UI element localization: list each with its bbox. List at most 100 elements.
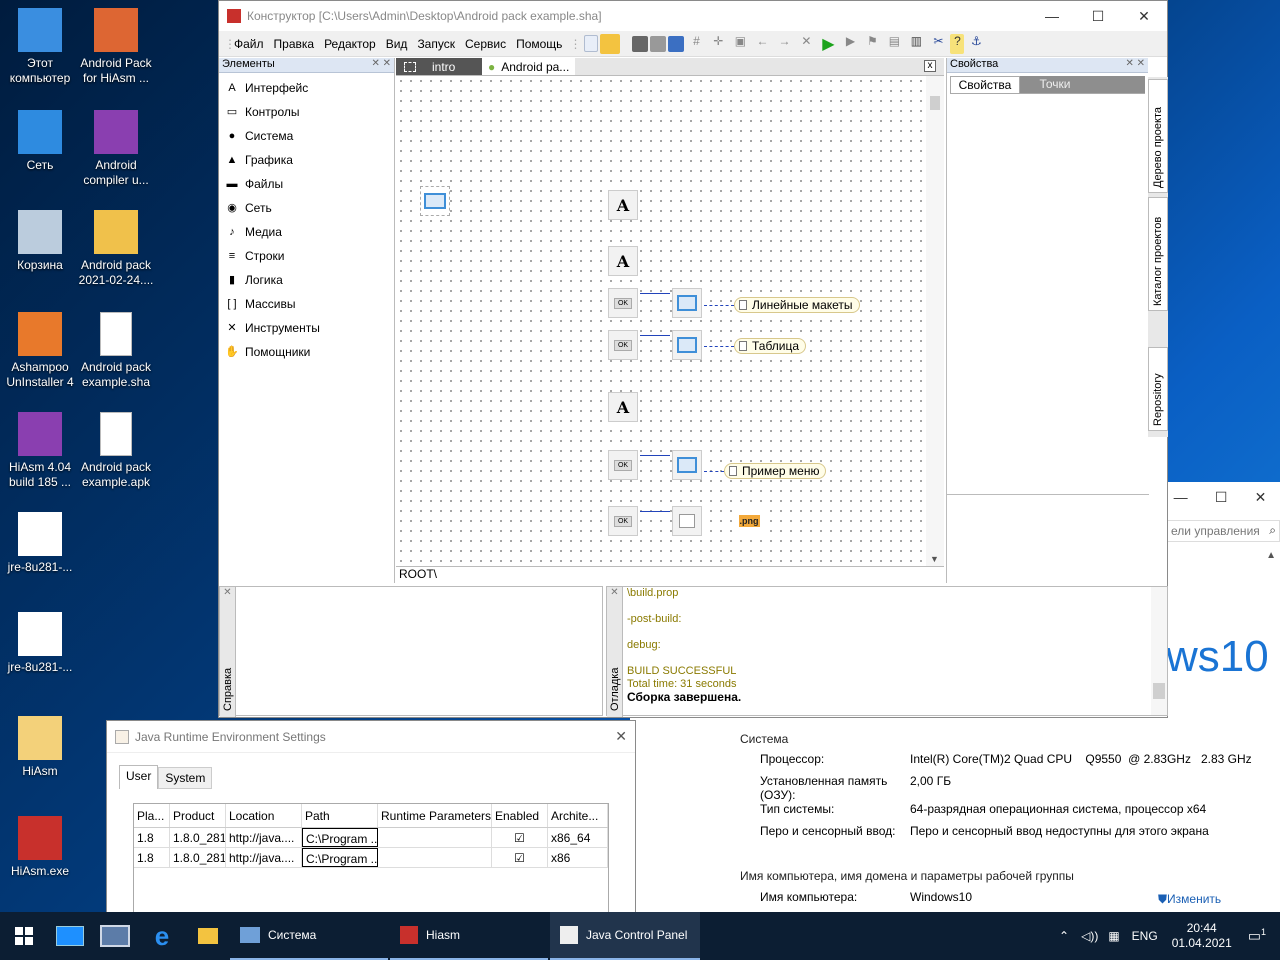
element-category[interactable]: ✕ Инструменты — [219, 316, 394, 340]
menu-item[interactable]: Помощь — [511, 37, 567, 51]
desktop-icon[interactable]: Этот компьютер — [0, 8, 80, 86]
desktop-icon[interactable]: Android compiler u... — [76, 110, 156, 188]
language-indicator[interactable]: ENG — [1132, 929, 1158, 943]
close-tab-icon[interactable]: x — [924, 60, 936, 72]
element-category[interactable]: ♪ Медиа — [219, 220, 394, 244]
desktop-icon[interactable]: Ashampoo UnInstaller 4 — [0, 312, 80, 390]
save-all-icon[interactable] — [650, 35, 667, 52]
taskbar-app-hiasm[interactable]: Hiasm — [390, 912, 548, 960]
debug-icon[interactable]: ⚑ — [862, 34, 882, 54]
window-component[interactable] — [672, 450, 702, 480]
comment-table[interactable]: Таблица — [734, 338, 807, 354]
scroll-down-icon[interactable]: ▼ — [930, 554, 939, 564]
comment-linear-layouts[interactable]: Линейные макеты — [734, 297, 860, 313]
close-icon[interactable]: ✕ — [607, 587, 622, 598]
step-icon[interactable]: ▶ — [840, 34, 860, 54]
close-icon[interactable]: ✕ — [615, 728, 627, 745]
search-icon[interactable]: ⌕ — [1269, 523, 1276, 538]
forward-icon[interactable]: → — [774, 34, 794, 54]
tools-icon[interactable]: ✂ — [928, 34, 948, 54]
desktop-icon[interactable]: jre-8u281-... — [0, 612, 80, 675]
tab-project-catalog[interactable]: Каталог проектов — [1148, 197, 1168, 311]
column-header[interactable]: Location — [226, 804, 302, 827]
column-header[interactable]: Pla... — [134, 804, 170, 827]
element-category[interactable]: ▭ Контролы — [219, 100, 394, 124]
schema-canvas[interactable]: A A OK OK A OK OK .png Линейные макеты Т… — [396, 76, 926, 566]
back-icon[interactable]: ← — [752, 34, 772, 54]
menu-item[interactable]: Правка — [269, 37, 320, 51]
anchor-icon[interactable]: ⚓ — [966, 34, 986, 54]
enabled-checkbox[interactable]: ☑ — [492, 828, 548, 847]
column-header[interactable]: Enabled — [492, 804, 548, 827]
start-button[interactable] — [0, 912, 48, 960]
close-icon[interactable]: ✕ — [220, 587, 235, 598]
edge-icon[interactable]: e — [138, 912, 186, 960]
column-header[interactable]: Runtime Parameters — [378, 804, 492, 827]
notification-icon[interactable]: ▭1 — [1248, 927, 1266, 945]
save-icon[interactable] — [632, 35, 649, 52]
element-category[interactable]: ● Система — [219, 124, 394, 148]
computer-taskbar-icon[interactable] — [92, 912, 138, 960]
menu-item[interactable]: Файл — [229, 37, 269, 51]
new-file-icon[interactable] — [584, 35, 599, 52]
column-header[interactable]: Product — [170, 804, 226, 827]
desktop-icon[interactable]: Android pack example.sha — [76, 312, 156, 390]
png-component[interactable]: .png — [734, 506, 764, 536]
label-component[interactable]: A — [608, 392, 638, 422]
desktop-icon[interactable]: jre-8u281-... — [0, 512, 80, 575]
close-icon[interactable]: ✕ — [1121, 8, 1167, 25]
tab-project-tree[interactable]: Дерево проекта — [1148, 79, 1168, 193]
desktop-icon[interactable]: Android Pack for HiAsm ... — [76, 8, 156, 86]
tab-intro[interactable]: intro — [396, 58, 482, 75]
minimize-icon[interactable]: — — [1174, 489, 1188, 505]
label-component[interactable]: A — [608, 190, 638, 220]
tab-user[interactable]: User — [119, 765, 159, 789]
menu-item[interactable]: Запуск — [412, 37, 460, 51]
maximize-icon[interactable]: ☐ — [1075, 8, 1121, 25]
window-component[interactable] — [672, 330, 702, 360]
button-component[interactable]: OK — [608, 450, 638, 480]
log-scrollbar[interactable] — [1151, 587, 1167, 715]
desktop-icon[interactable]: Android pack 2021-02-24.... — [76, 210, 156, 288]
task-view-icon[interactable] — [48, 912, 92, 960]
column-header[interactable]: Archite... — [548, 804, 608, 827]
desktop-icon[interactable]: Android pack example.apk — [76, 412, 156, 490]
menu-item[interactable]: Редактор — [319, 37, 381, 51]
close-icon[interactable]: ✕ ✕ — [1125, 58, 1145, 69]
comment-menu-example[interactable]: Пример меню — [724, 463, 827, 479]
table-row[interactable]: 1.8 1.8.0_281 http://java.... C:\Program ..… — [134, 828, 608, 848]
enabled-checkbox[interactable]: ☑ — [492, 848, 548, 867]
chevron-up-icon[interactable]: ⌃ — [1059, 929, 1069, 943]
grid-icon[interactable]: # — [686, 34, 706, 54]
button-component[interactable]: OK — [608, 506, 638, 536]
maximize-icon[interactable]: ☐ — [1215, 489, 1228, 506]
desktop-icon[interactable]: HiAsm 4.04 build 185 ... — [0, 412, 80, 490]
delete-icon[interactable]: ✕ — [796, 34, 816, 54]
vertical-scrollbar[interactable]: ▼ — [926, 76, 944, 566]
desktop-icon[interactable]: HiAsm — [0, 716, 80, 779]
clock[interactable]: 20:44 01.04.2021 — [1172, 921, 1232, 951]
image-component[interactable] — [672, 506, 702, 536]
table-row[interactable]: 1.8 1.8.0_281 http://java.... C:\Program ..… — [134, 848, 608, 868]
element-category[interactable]: [ ] Массивы — [219, 292, 394, 316]
element-category[interactable]: ≡ Строки — [219, 244, 394, 268]
taskbar-app-system[interactable]: Система — [230, 912, 388, 960]
device-icon[interactable]: ▥ — [906, 34, 926, 54]
change-settings-link[interactable]: ⛊Изменить — [1158, 892, 1221, 907]
desktop-icon[interactable]: Корзина — [0, 210, 80, 273]
tab-properties[interactable]: Свойства — [950, 76, 1020, 93]
element-category[interactable]: A Интерфейс — [219, 76, 394, 100]
element-category[interactable]: ▮ Логика — [219, 268, 394, 292]
explorer-icon[interactable] — [186, 912, 230, 960]
align-icon[interactable]: ✛ — [708, 34, 728, 54]
desktop-icon[interactable]: Сеть — [0, 110, 80, 173]
minimize-icon[interactable]: — — [1029, 8, 1075, 25]
column-header[interactable]: Path — [302, 804, 378, 827]
scroll-up-icon[interactable]: ▲ — [1266, 550, 1276, 561]
help-icon[interactable]: ? — [950, 33, 965, 54]
button-component[interactable]: OK — [608, 330, 638, 360]
close-icon[interactable]: ✕ — [1255, 489, 1267, 506]
label-component[interactable]: A — [608, 246, 638, 276]
taskbar-app-java[interactable]: Java Control Panel — [550, 912, 700, 960]
menu-item[interactable]: Сервис — [460, 37, 511, 51]
